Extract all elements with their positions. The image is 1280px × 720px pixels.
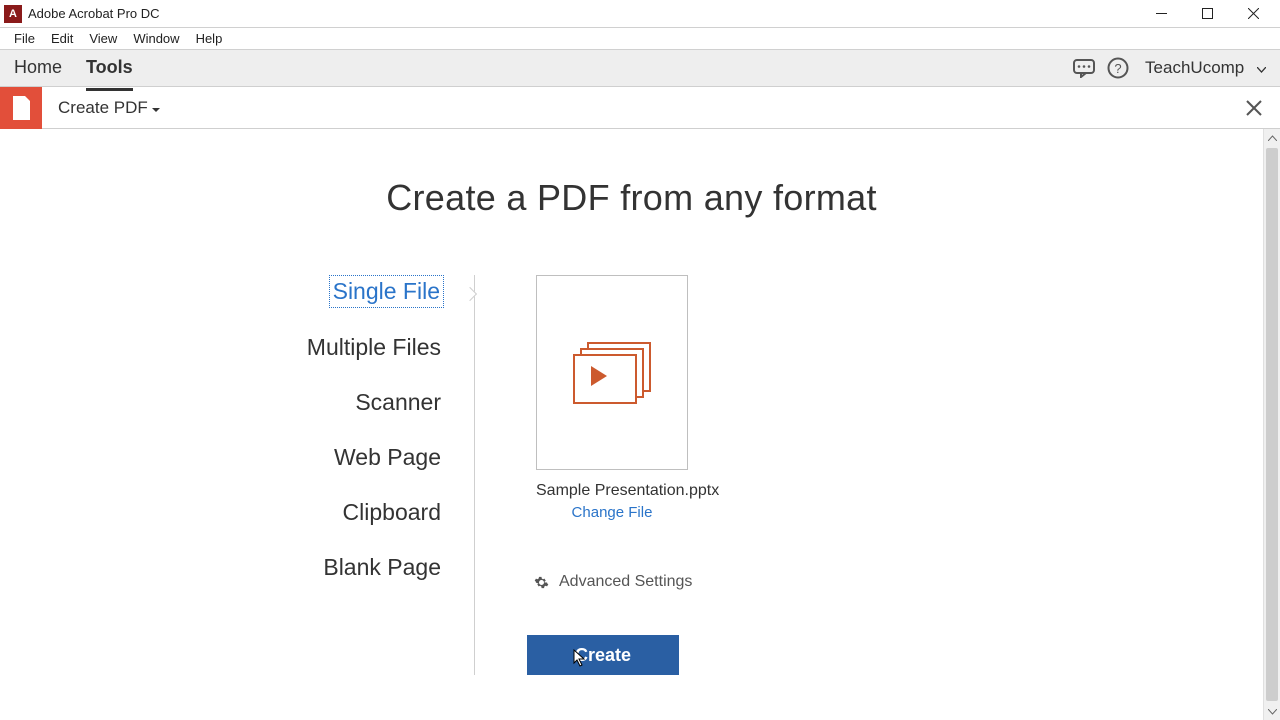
nav-tools[interactable]: Tools xyxy=(86,53,143,84)
menu-file[interactable]: File xyxy=(6,29,43,48)
create-pdf-tool-icon xyxy=(0,87,42,129)
chevron-down-icon xyxy=(1257,58,1266,77)
scroll-up-icon[interactable] xyxy=(1264,129,1280,146)
scroll-thumb[interactable] xyxy=(1266,148,1278,701)
source-scanner[interactable]: Scanner xyxy=(352,387,444,418)
menu-view[interactable]: View xyxy=(81,29,125,48)
notifications-icon[interactable] xyxy=(1071,55,1097,81)
vertical-scrollbar[interactable] xyxy=(1263,129,1280,720)
window-title: Adobe Acrobat Pro DC xyxy=(28,6,1138,21)
source-blank-page[interactable]: Blank Page xyxy=(320,552,444,583)
source-web-page[interactable]: Web Page xyxy=(331,442,444,473)
tool-header: Create PDF xyxy=(0,87,1280,129)
nav-home[interactable]: Home xyxy=(14,53,72,84)
create-button[interactable]: Create xyxy=(527,635,679,675)
help-icon[interactable]: ? xyxy=(1105,55,1131,81)
advanced-settings-link[interactable]: Advanced Settings xyxy=(533,573,692,591)
maximize-button[interactable] xyxy=(1184,0,1230,28)
gear-icon xyxy=(533,574,549,590)
source-type-list: Single File Multiple Files Scanner Web P… xyxy=(0,275,475,675)
menu-window[interactable]: Window xyxy=(125,29,187,48)
svg-text:?: ? xyxy=(1114,61,1121,76)
close-window-button[interactable] xyxy=(1230,0,1276,28)
scroll-down-icon[interactable] xyxy=(1264,703,1280,720)
source-multiple-files[interactable]: Multiple Files xyxy=(304,332,444,363)
file-preview[interactable] xyxy=(536,275,688,470)
change-file-link[interactable]: Change File xyxy=(536,504,688,521)
menu-edit[interactable]: Edit xyxy=(43,29,81,48)
nav-bar: Home Tools ? TeachUcomp xyxy=(0,50,1280,87)
source-clipboard[interactable]: Clipboard xyxy=(340,497,444,528)
tool-title-label: Create PDF xyxy=(58,98,148,118)
menu-bar: File Edit View Window Help xyxy=(0,28,1280,50)
presentation-file-icon xyxy=(573,342,651,404)
selected-filename: Sample Presentation.pptx xyxy=(536,482,688,500)
username-label: TeachUcomp xyxy=(1145,58,1244,77)
app-icon: A xyxy=(4,5,22,23)
advanced-settings-label: Advanced Settings xyxy=(559,573,692,591)
page-heading: Create a PDF from any format xyxy=(0,177,1263,219)
chevron-down-icon xyxy=(152,98,160,118)
user-menu[interactable]: TeachUcomp xyxy=(1145,58,1266,78)
close-tool-button[interactable] xyxy=(1234,88,1274,128)
tool-title-dropdown[interactable]: Create PDF xyxy=(58,98,160,118)
source-single-file[interactable]: Single File xyxy=(329,275,444,308)
minimize-button[interactable] xyxy=(1138,0,1184,28)
menu-help[interactable]: Help xyxy=(188,29,231,48)
